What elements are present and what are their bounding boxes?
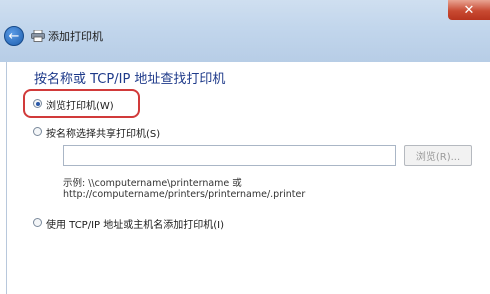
shared-printer-input[interactable]	[63, 145, 396, 166]
browse-button[interactable]: 浏览(R)...	[404, 145, 472, 166]
label-select-shared-printer[interactable]: 按名称选择共享打印机(S)	[46, 125, 160, 140]
example-line-1: 示例: \\computername\printername 或	[63, 178, 242, 189]
back-arrow-icon: ←	[8, 28, 20, 44]
label-browse-printer[interactable]: 浏览打印机(W)	[46, 97, 114, 112]
radio-browse-printer[interactable]	[33, 99, 42, 108]
close-button[interactable]: ✕	[448, 0, 490, 20]
printer-icon	[31, 30, 45, 42]
radio-select-shared-printer[interactable]	[33, 127, 42, 136]
back-button[interactable]: ←	[4, 26, 24, 46]
page-title: 按名称或 TCP/IP 地址查找打印机	[34, 72, 226, 87]
title-bar: ✕ ← 添加打印机	[0, 0, 490, 62]
example-line-2: http://computername/printers/printername…	[63, 189, 306, 200]
radio-tcp-ip[interactable]	[33, 218, 42, 227]
close-icon: ✕	[463, 2, 475, 18]
window-title: 添加打印机	[48, 30, 103, 43]
label-tcp-ip[interactable]: 使用 TCP/IP 地址或主机名添加打印机(I)	[46, 216, 224, 231]
